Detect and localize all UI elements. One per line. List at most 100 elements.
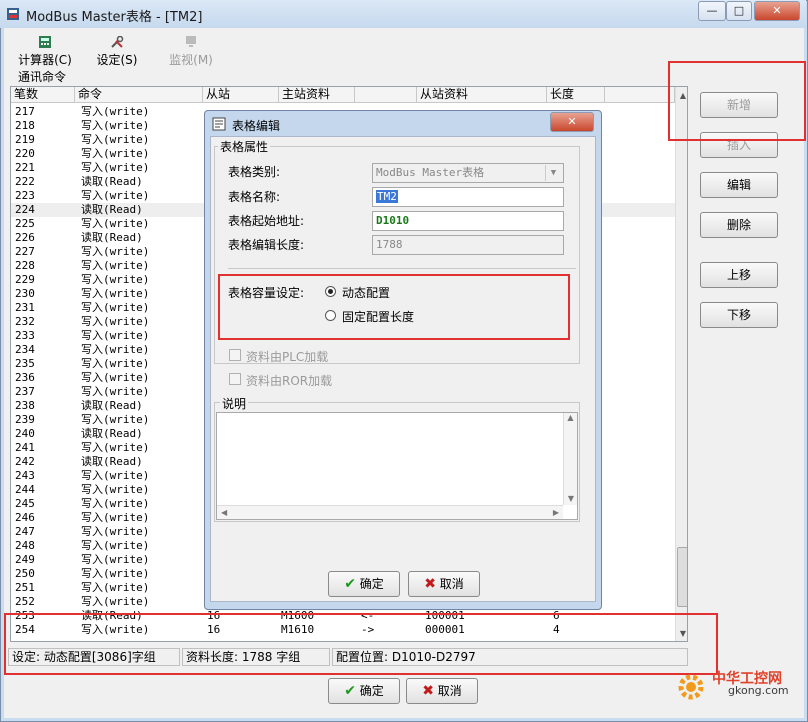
type-select[interactable]: ModBus Master表格 ▼ [372, 163, 564, 183]
dialog-cancel-button[interactable]: ✖ 取消 [408, 571, 480, 597]
cell-n: 217 [15, 105, 35, 118]
cell-n: 245 [15, 497, 35, 510]
cell-cmd: 读取(Read) [81, 455, 143, 468]
cell-n: 247 [15, 525, 35, 538]
cell-cmd: 写入(write) [81, 539, 150, 552]
checkmark-icon: ✔ [344, 576, 356, 592]
x-mark-icon: ✖ [422, 683, 434, 699]
cell-n: 238 [15, 399, 35, 412]
description-hscroll[interactable]: ◀ ▶ [217, 505, 563, 519]
scroll-left-icon[interactable]: ◀ [221, 506, 227, 520]
cell-cmd: 读取(Read) [81, 231, 143, 244]
dialog-icon [212, 117, 226, 131]
scroll-thumb[interactable] [677, 547, 687, 607]
minimize-button[interactable]: — [698, 1, 726, 21]
cell-cmd: 写入(write) [81, 483, 150, 496]
monitor-button[interactable]: 监视(M) [156, 36, 226, 70]
edit-length-input[interactable]: 1788 [372, 235, 564, 255]
move-up-button[interactable]: 上移 [700, 262, 778, 288]
close-button[interactable]: ✕ [754, 1, 800, 21]
type-value: ModBus Master表格 [376, 166, 485, 179]
delete-button[interactable]: 删除 [700, 212, 778, 238]
cell-n: 243 [15, 469, 35, 482]
maximize-button[interactable]: □ [726, 1, 752, 21]
move-down-button[interactable]: 下移 [700, 302, 778, 328]
cell-n: 225 [15, 217, 35, 230]
monitor-label: 监视(M) [169, 53, 213, 67]
cell-n: 235 [15, 357, 35, 370]
cell-n: 220 [15, 147, 35, 160]
cell-n: 239 [15, 413, 35, 426]
col-header-direction[interactable] [355, 87, 417, 103]
cell-cmd: 写入(write) [81, 511, 150, 524]
name-label: 表格名称: [228, 190, 281, 204]
monitor-icon [186, 36, 196, 47]
cell-n: 224 [15, 203, 35, 216]
main-cancel-label: 取消 [437, 684, 462, 698]
dialog-ok-button[interactable]: ✔ 确定 [328, 571, 400, 597]
ror-load-checkbox[interactable] [229, 373, 241, 385]
cell-cmd: 写入(write) [81, 497, 150, 510]
cell-cmd: 写入(write) [81, 385, 150, 398]
scroll-up-icon[interactable]: ▲ [564, 413, 577, 422]
cell-cmd: 写入(write) [81, 357, 150, 370]
cell-cmd: 写入(write) [81, 329, 150, 342]
col-header-master-data[interactable]: 主站资料 [279, 87, 355, 103]
col-header-empty [605, 87, 675, 103]
comm-group-label: 通讯命令 [16, 68, 69, 85]
title-bar[interactable]: ModBus Master表格 - [TM2] — □ ✕ [0, 0, 806, 28]
cell-n: 252 [15, 595, 35, 608]
cell-n: 250 [15, 567, 35, 580]
table-scrollbar[interactable]: ▲ ▼ [675, 87, 687, 641]
dialog-ok-label: 确定 [359, 577, 384, 591]
app-icon [7, 8, 19, 20]
x-mark-icon: ✖ [424, 576, 436, 592]
cell-cmd: 写入(write) [81, 161, 150, 174]
col-header-length[interactable]: 长度 [547, 87, 605, 103]
cell-cmd: 写入(write) [81, 469, 150, 482]
cell-n: 233 [15, 329, 35, 342]
settings-button[interactable]: 设定(S) [82, 36, 152, 70]
cell-cmd: 写入(write) [81, 581, 150, 594]
cell-n: 234 [15, 343, 35, 356]
main-ok-button[interactable]: ✔ 确定 [328, 678, 400, 704]
col-header-slave-data[interactable]: 从站资料 [417, 87, 547, 103]
start-address-label: 表格起始地址: [228, 214, 305, 228]
calculator-button[interactable]: 计算器(C) [10, 36, 80, 70]
cell-cmd: 写入(write) [81, 273, 150, 286]
cell-cmd: 写入(write) [81, 217, 150, 230]
scroll-right-icon[interactable]: ▶ [553, 506, 559, 520]
watermark-url: gkong.com [728, 684, 789, 697]
col-header-command[interactable]: 命令 [75, 87, 203, 103]
main-cancel-button[interactable]: ✖ 取消 [406, 678, 478, 704]
type-label: 表格类别: [228, 165, 281, 179]
cell-n: 244 [15, 483, 35, 496]
window-title: ModBus Master表格 - [TM2] [26, 10, 203, 25]
edit-length-label: 表格编辑长度: [228, 238, 305, 252]
annotation-box-capacity [218, 274, 570, 340]
plc-load-checkbox[interactable] [229, 349, 241, 361]
col-header-index[interactable]: 笔数 [11, 87, 75, 103]
scroll-down-icon[interactable]: ▼ [564, 494, 578, 503]
dialog-close-button[interactable]: ✕ [550, 112, 594, 132]
annotation-box-status [4, 613, 718, 675]
name-input[interactable]: TM2 [372, 187, 564, 207]
settings-label: 设定(S) [96, 53, 138, 67]
cell-n: 242 [15, 455, 35, 468]
tools-icon [111, 36, 124, 48]
edit-button[interactable]: 编辑 [700, 172, 778, 198]
cell-n: 249 [15, 553, 35, 566]
start-address-input[interactable]: D1010 [372, 211, 564, 231]
cell-cmd: 读取(Read) [81, 175, 143, 188]
ror-load-label: 资料由ROR加载 [246, 374, 333, 388]
col-header-slave[interactable]: 从站 [203, 87, 279, 103]
description-vscroll[interactable]: ▲ ▼ [563, 413, 577, 505]
props-group-label: 表格属性 [218, 138, 271, 155]
cell-cmd: 写入(write) [81, 525, 150, 538]
cell-cmd: 读取(Read) [81, 399, 143, 412]
cell-cmd: 写入(write) [81, 595, 150, 608]
description-textarea[interactable]: ▲ ▼ ◀ ▶ [216, 412, 578, 520]
cell-cmd: 写入(write) [81, 105, 150, 118]
checkmark-icon: ✔ [344, 683, 356, 699]
cell-cmd: 写入(write) [81, 371, 150, 384]
